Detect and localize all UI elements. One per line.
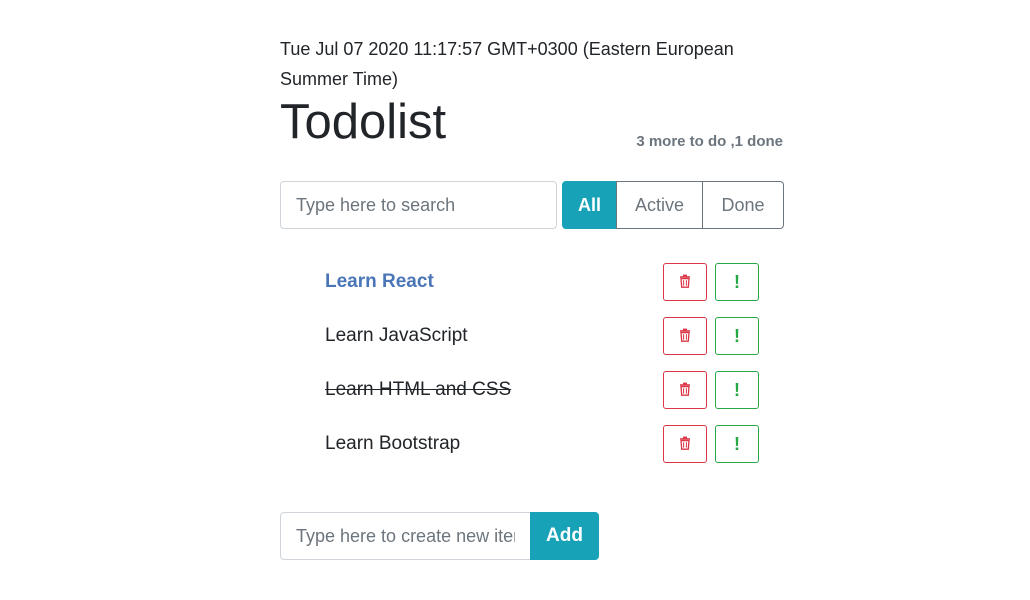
filter-all-button[interactable]: All [562, 181, 617, 229]
trash-icon [678, 382, 692, 399]
filter-active-button[interactable]: Active [616, 181, 703, 229]
search-input[interactable] [280, 181, 557, 229]
todo-label[interactable]: Learn HTML and CSS [325, 377, 511, 403]
trash-icon [678, 274, 692, 291]
todo-list: Learn React ! Learn JavaScript ! Learn H… [280, 256, 783, 472]
exclamation-icon: ! [734, 326, 740, 346]
add-button[interactable]: Add [530, 512, 599, 560]
new-item-input[interactable] [280, 512, 531, 560]
mark-important-button[interactable]: ! [715, 371, 759, 409]
delete-button[interactable] [663, 263, 707, 301]
todo-item: Learn React ! [280, 256, 783, 310]
trash-icon [678, 436, 692, 453]
todo-label[interactable]: Learn Bootstrap [325, 431, 460, 457]
trash-icon [678, 328, 692, 345]
current-date: Tue Jul 07 2020 11:17:57 GMT+0300 (Easte… [280, 39, 734, 89]
exclamation-icon: ! [734, 434, 740, 454]
exclamation-icon: ! [734, 380, 740, 400]
mark-important-button[interactable]: ! [715, 425, 759, 463]
filter-done-button[interactable]: Done [702, 181, 784, 229]
search-filter-panel: All Active Done [280, 181, 784, 229]
status-filter: All Active Done [562, 181, 784, 229]
exclamation-icon: ! [734, 272, 740, 292]
delete-button[interactable] [663, 317, 707, 355]
todo-item: Learn JavaScript ! [280, 310, 783, 364]
todo-item: Learn HTML and CSS ! [280, 364, 783, 418]
todo-item: Learn Bootstrap ! [280, 418, 783, 472]
todo-label[interactable]: Learn React [325, 269, 434, 295]
mark-important-button[interactable]: ! [715, 263, 759, 301]
page-title: Todolist [280, 95, 447, 149]
todo-count: 3 more to do ,1 done [636, 133, 783, 150]
delete-button[interactable] [663, 425, 707, 463]
delete-button[interactable] [663, 371, 707, 409]
todo-label[interactable]: Learn JavaScript [325, 323, 468, 349]
mark-important-button[interactable]: ! [715, 317, 759, 355]
